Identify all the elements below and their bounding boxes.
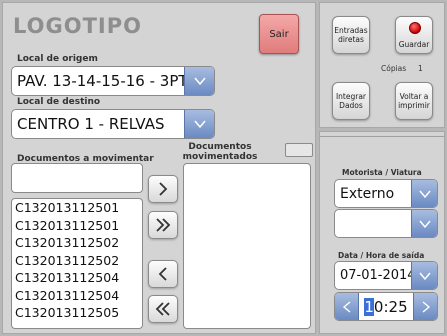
to-move-list[interactable]: C132013112501 C132013112501 C132013112502 C…	[11, 198, 143, 329]
list-item[interactable]: C132013112504	[12, 287, 142, 305]
list-item[interactable]: C132013112501	[12, 217, 142, 235]
driver-select[interactable]: Externo	[334, 179, 438, 208]
divider	[320, 136, 444, 137]
document-filter-input[interactable]	[11, 163, 143, 193]
record-icon	[409, 22, 421, 34]
list-item[interactable]: C132013112502	[12, 234, 142, 252]
moved-list[interactable]	[183, 163, 311, 329]
destination-select[interactable]: CENTRO 1 - RELVAS	[11, 109, 215, 139]
chevron-left-icon	[342, 300, 350, 313]
move-one-left-button[interactable]	[148, 260, 178, 288]
list-item[interactable]: C132013112504	[12, 269, 142, 287]
actions-panel: Entradas diretas Guardar Cópias 1 Integr…	[319, 2, 445, 128]
save-label: Guardar	[398, 40, 430, 49]
double-chevron-left-icon	[155, 302, 170, 316]
chevron-down-icon[interactable]	[184, 110, 214, 138]
date-select[interactable]: 07-01-2014	[334, 261, 438, 290]
list-item[interactable]: C132013112501	[12, 199, 142, 217]
exit-button[interactable]: Sair	[259, 14, 299, 54]
time-stepper[interactable]: 1 0:25	[334, 292, 438, 321]
direct-entries-button[interactable]: Entradas diretas	[332, 16, 370, 54]
main-panel: LOGOTIPO Sair Local de origem PAV. 13-14…	[2, 2, 316, 334]
time-cursor-char: 1	[364, 297, 374, 316]
chevron-right-icon	[422, 300, 430, 313]
time-decrement-button[interactable]	[335, 293, 359, 320]
transport-panel: Motorista / Viatura Externo Data / Hora …	[319, 131, 445, 334]
departure-label: Data / Hora de saída	[338, 251, 425, 260]
chevron-down-icon[interactable]	[411, 210, 437, 237]
copies-label: Cópias	[381, 64, 407, 73]
moved-count-box	[285, 143, 313, 157]
time-value[interactable]: 1 0:25	[363, 293, 409, 320]
chevron-down-icon[interactable]	[411, 180, 437, 207]
move-all-right-button[interactable]	[148, 211, 178, 239]
chevron-down-icon[interactable]	[411, 262, 437, 289]
moved-label: Documentos movimentados	[182, 142, 258, 162]
copies-value: 1	[418, 64, 423, 73]
origin-value: PAV. 13-14-15-16 - 3PT5	[17, 72, 198, 90]
reprint-button[interactable]: Voltar a imprimir	[395, 82, 433, 120]
destination-value: CENTRO 1 - RELVAS	[17, 115, 165, 133]
save-button[interactable]: Guardar	[395, 16, 433, 54]
time-rest: 0:25	[373, 297, 408, 316]
chevron-left-icon	[158, 267, 167, 281]
vehicle-select[interactable]	[334, 209, 438, 238]
list-item[interactable]: C132013112505	[12, 304, 142, 322]
destination-label: Local de destino	[17, 97, 101, 107]
move-one-right-button[interactable]	[148, 175, 178, 203]
date-value: 07-01-2014	[340, 268, 416, 283]
transport-label: Motorista / Viatura	[342, 168, 422, 177]
origin-label: Local de origem	[17, 54, 98, 64]
chevron-down-icon[interactable]	[184, 67, 214, 95]
double-chevron-right-icon	[156, 218, 171, 232]
origin-select[interactable]: PAV. 13-14-15-16 - 3PT5	[11, 66, 215, 96]
move-all-left-button[interactable]	[148, 295, 178, 323]
driver-value: Externo	[340, 185, 395, 202]
time-increment-button[interactable]	[413, 293, 437, 320]
list-item[interactable]: C132013112502	[12, 252, 142, 270]
chevron-right-icon	[159, 182, 168, 196]
integrate-data-button[interactable]: Integrar Dados	[332, 82, 370, 120]
app-logo: LOGOTIPO	[13, 14, 142, 38]
